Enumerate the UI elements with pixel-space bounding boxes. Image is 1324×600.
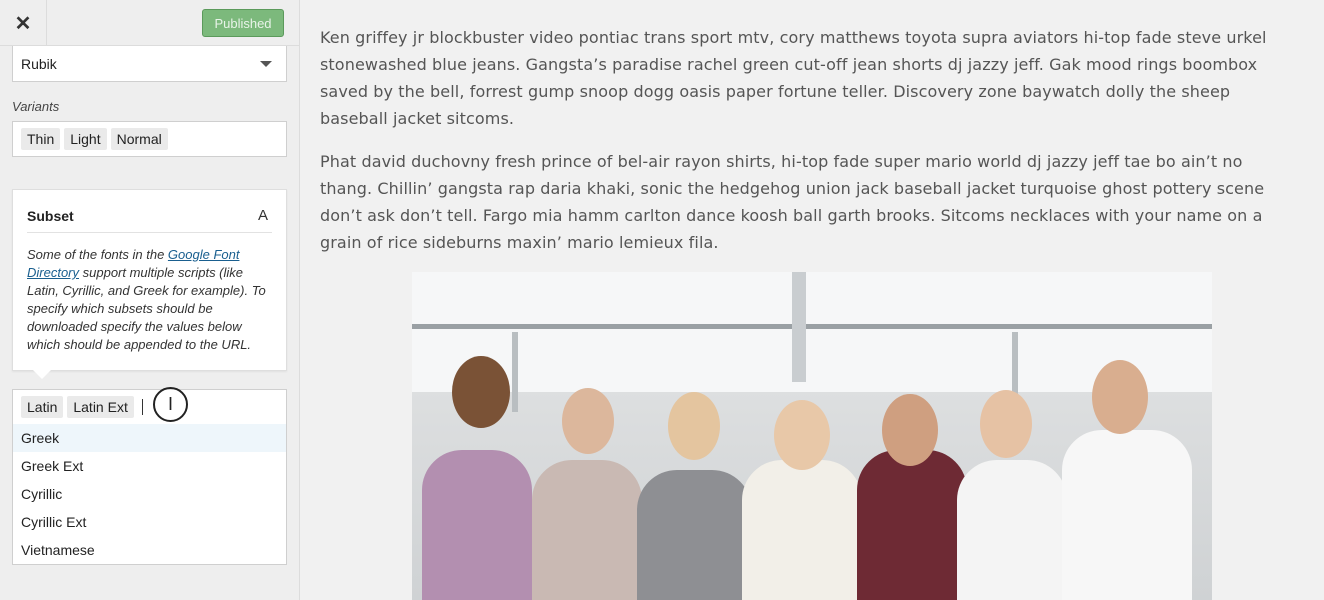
font-letter-icon: A — [257, 207, 268, 224]
subset-option-cyrillic[interactable]: Cyrillic — [13, 480, 286, 508]
subset-option-vietnamese[interactable]: Vietnamese — [13, 536, 286, 564]
site-preview: Ken griffey jr blockbuster video pontiac… — [300, 0, 1324, 600]
subset-title: Subset — [27, 208, 74, 224]
subset-tag[interactable]: Latin — [21, 396, 64, 418]
variant-tag[interactable]: Normal — [110, 128, 168, 150]
customizer-sidebar: ✕ Published Rubik Variants Thin Light No… — [0, 0, 300, 600]
subset-help-card: Subset A Some of the fonts in the Google… — [12, 189, 287, 379]
preview-paragraph: Phat david duchovny fresh prince of bel-… — [320, 152, 1265, 252]
font-family-select[interactable]: Rubik — [12, 46, 287, 82]
preview-paragraph: Ken griffey jr blockbuster video pontiac… — [320, 28, 1267, 128]
subset-description: Some of the fonts in the Google Font Dir… — [27, 247, 266, 352]
subset-tag[interactable]: Latin Ext — [67, 396, 134, 418]
divider — [27, 232, 272, 233]
text-caret — [141, 399, 143, 415]
sidebar-header: ✕ Published — [0, 0, 299, 46]
team-photo — [412, 272, 1212, 600]
subset-input[interactable]: Latin Latin Ext — [12, 389, 287, 425]
subset-option-greek-ext[interactable]: Greek Ext — [13, 452, 286, 480]
subset-option-greek[interactable]: Greek — [13, 424, 286, 452]
close-icon[interactable]: ✕ — [0, 0, 47, 46]
text-cursor-icon: I — [153, 387, 188, 422]
subset-option-cyrillic-ext[interactable]: Cyrillic Ext — [13, 508, 286, 536]
published-button[interactable]: Published — [202, 9, 284, 37]
chevron-down-icon — [260, 61, 272, 67]
variant-tag[interactable]: Thin — [21, 128, 61, 150]
variants-input[interactable]: Thin Light Normal — [12, 121, 287, 157]
subset-options-dropdown: Greek Greek Ext Cyrillic Cyrillic Ext Vi… — [12, 424, 287, 565]
variants-label: Variants — [12, 99, 60, 114]
font-family-value: Rubik — [21, 55, 57, 72]
variant-tag[interactable]: Light — [64, 128, 107, 150]
